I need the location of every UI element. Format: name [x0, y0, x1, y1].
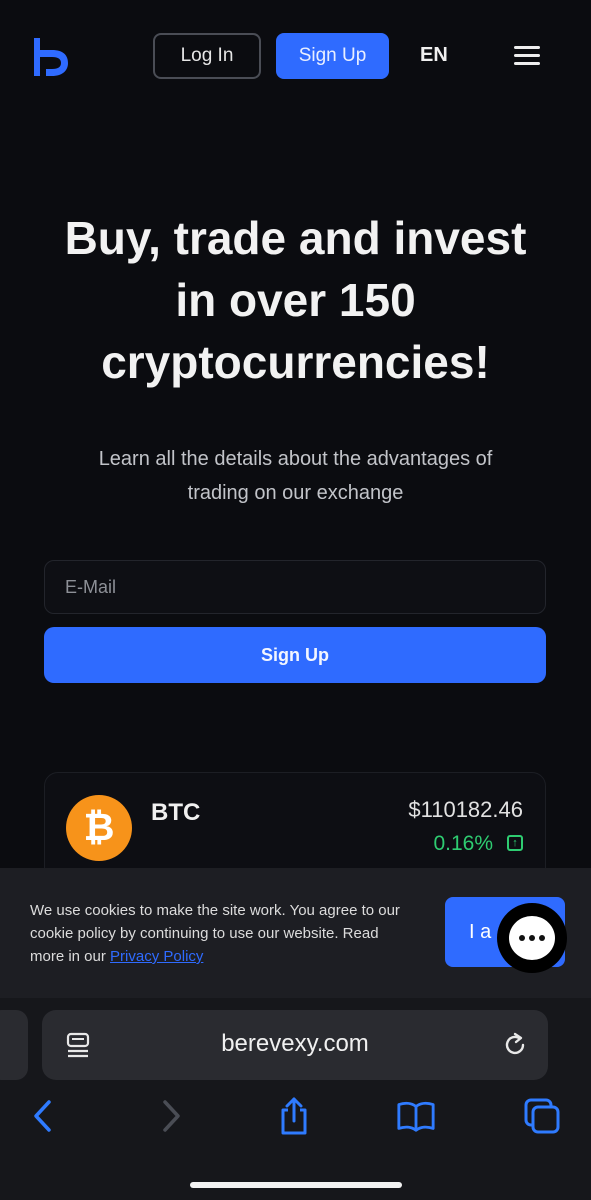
hero-title-line: in over 150: [175, 274, 416, 326]
browser-nav-row: [0, 1093, 591, 1143]
email-field[interactable]: [44, 560, 546, 614]
hero-subtitle: Learn all the details about the advantag…: [40, 442, 551, 510]
arrow-up-icon: ↑: [507, 835, 523, 851]
privacy-policy-link[interactable]: Privacy Policy: [110, 948, 203, 965]
hero-title-line: Buy, trade and invest: [64, 212, 527, 264]
menu-icon[interactable]: [514, 46, 540, 66]
tabs-icon[interactable]: [522, 1093, 562, 1139]
signup-header-button[interactable]: Sign Up: [276, 33, 389, 79]
share-icon[interactable]: [274, 1093, 314, 1139]
back-icon[interactable]: [22, 1093, 62, 1139]
cookie-text: We use cookies to make the site work. Yo…: [30, 899, 415, 968]
browser-toolbar: berevexy.com: [0, 998, 591, 1200]
hero-subtitle-line: trading on our exchange: [187, 482, 404, 504]
chat-icon[interactable]: [497, 903, 567, 973]
coin-change: 0.16%: [433, 832, 493, 855]
login-button[interactable]: Log In: [153, 33, 261, 79]
hero-title: Buy, trade and invest in over 150 crypto…: [20, 207, 571, 393]
hero-title-line: cryptocurrencies!: [101, 336, 490, 388]
previous-tab[interactable]: [0, 1010, 28, 1080]
forward-icon[interactable]: [152, 1093, 192, 1139]
language-selector[interactable]: EN: [420, 44, 448, 67]
signup-submit-button[interactable]: Sign Up: [44, 627, 546, 683]
coin-price: $110182.46: [408, 797, 523, 822]
url-text: berevexy.com: [221, 1030, 369, 1057]
logo-icon[interactable]: [30, 34, 74, 78]
coin-symbol: BTC: [151, 799, 201, 826]
site-header: Log In Sign Up EN: [0, 0, 591, 110]
cookie-message: We use cookies to make the site work. Yo…: [30, 902, 400, 965]
home-indicator: [190, 1182, 402, 1188]
bookmarks-icon[interactable]: [396, 1093, 436, 1139]
reload-icon[interactable]: [502, 1032, 528, 1058]
bitcoin-icon: ₿: [66, 795, 132, 861]
address-bar[interactable]: berevexy.com: [42, 1010, 548, 1080]
hero-subtitle-line: Learn all the details about the advantag…: [98, 448, 493, 470]
